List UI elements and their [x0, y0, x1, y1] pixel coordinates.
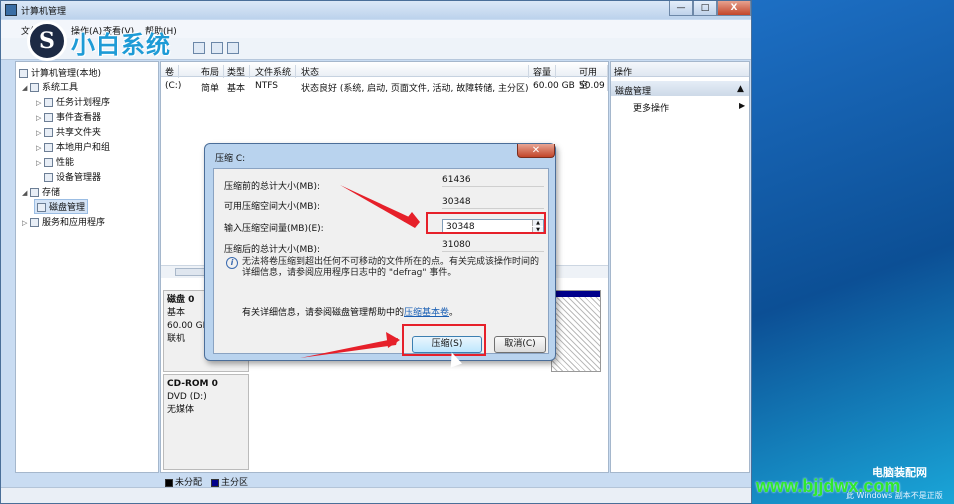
arrow-to-shrink — [300, 338, 398, 358]
annotation-arrows — [300, 185, 420, 358]
